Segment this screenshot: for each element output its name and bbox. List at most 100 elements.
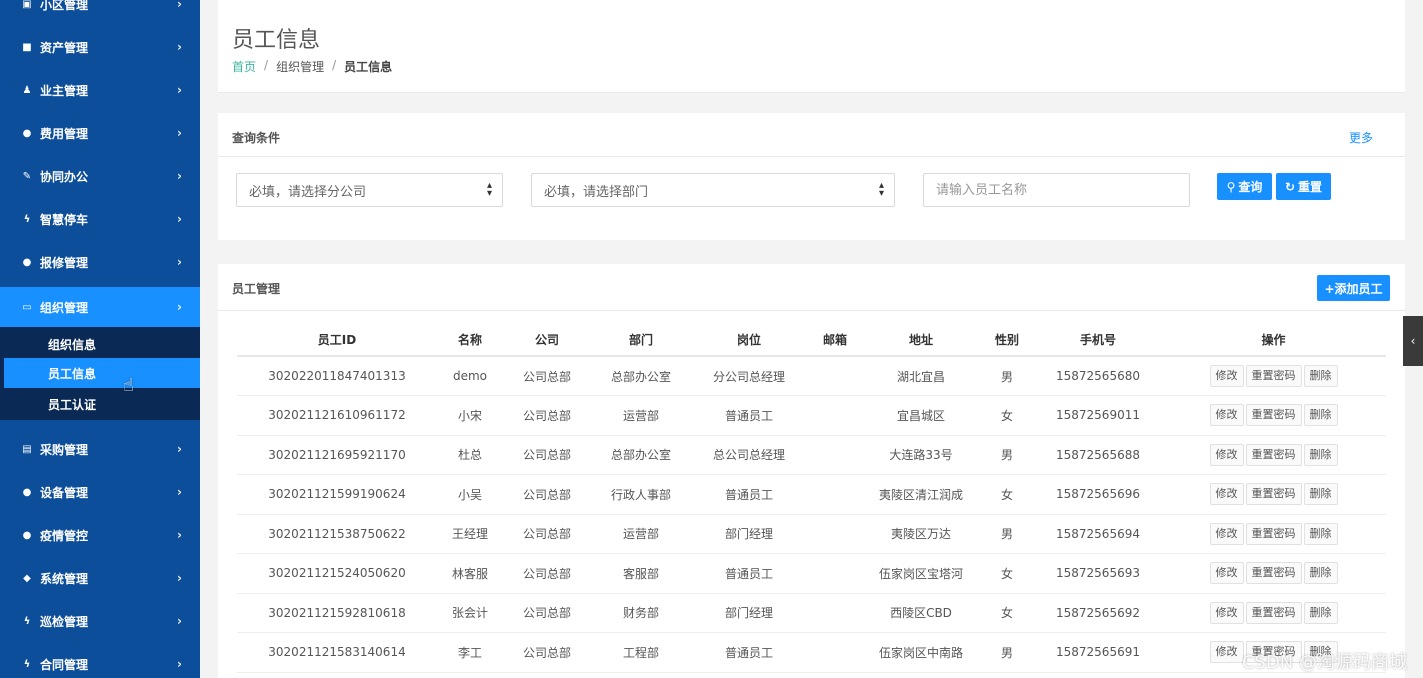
add-staff-button[interactable]: +添加员工 bbox=[1317, 275, 1390, 301]
breadcrumb-separator: / bbox=[332, 58, 337, 72]
cell-phone: 15872565691 bbox=[1035, 632, 1161, 673]
query-panel: 查询条件 更多 必填，请选择分公司 ▴▾ 必填，请选择部门 ▴▾ ⚲ 查询 ↻ … bbox=[218, 113, 1405, 240]
cell-gender: 女 bbox=[979, 395, 1035, 436]
globe-icon: ● bbox=[22, 256, 32, 268]
cell-address: 夷陵区清江润成 bbox=[863, 474, 979, 515]
sidebar-item-system[interactable]: ◆ 系统管理 › bbox=[0, 560, 200, 596]
reset-password-button[interactable]: 重置密码 bbox=[1245, 562, 1302, 585]
submenu-item-org-info[interactable]: 组织信息 bbox=[0, 329, 200, 359]
reset-password-button[interactable]: 重置密码 bbox=[1245, 601, 1302, 624]
table-row: 302022011847401313 demo 公司总部 总部办公室 分公司总经理 湖北宜… bbox=[237, 356, 1386, 396]
delete-button[interactable]: 删除 bbox=[1303, 365, 1338, 387]
cell-email bbox=[807, 356, 863, 396]
sidebar-item-parking[interactable]: ϟ 智慧停车 › bbox=[0, 201, 200, 237]
cell-address: 西陵区CBD bbox=[863, 593, 979, 633]
cell-post: 部门经理 bbox=[691, 514, 807, 554]
cell-actions: 修改 重置密码 删除 bbox=[1161, 435, 1386, 475]
cell-phone: 15872569011 bbox=[1035, 395, 1161, 436]
cell-id: 302021121538750622 bbox=[237, 514, 437, 554]
delete-button[interactable]: 删除 bbox=[1303, 404, 1338, 427]
edit-button[interactable]: 修改 bbox=[1209, 443, 1244, 466]
reset-password-button[interactable]: 重置密码 bbox=[1245, 365, 1302, 387]
column-header: 性别 bbox=[979, 324, 1035, 357]
table-row: 302021121592810618 张会计 公司总部 财务部 部门经理 西陵区CBD 女 1… bbox=[237, 593, 1386, 633]
edit-button[interactable]: 修改 bbox=[1209, 404, 1244, 427]
department-select[interactable]: 必填，请选择部门 ▴ ▾ bbox=[531, 173, 895, 207]
edit-button[interactable]: 修改 bbox=[1209, 522, 1244, 545]
breadcrumb-parent[interactable]: 组织管理 bbox=[276, 58, 324, 75]
user-icon: ♟ bbox=[22, 84, 32, 96]
delete-button[interactable]: 删除 bbox=[1303, 522, 1338, 545]
sidebar-item-label: 设备管理 bbox=[40, 485, 89, 500]
sidebar-item-fees[interactable]: ● 费用管理 › bbox=[0, 115, 200, 151]
sidebar-item-inspection[interactable]: ϟ 巡检管理 › bbox=[0, 603, 200, 639]
delete-button[interactable]: 删除 bbox=[1303, 562, 1338, 585]
bolt-icon: ϟ bbox=[23, 615, 31, 627]
cell-post: 总公司总经理 bbox=[691, 435, 807, 475]
breadcrumb-home-link[interactable]: 首页 bbox=[232, 58, 256, 75]
delete-button[interactable]: 删除 bbox=[1303, 483, 1338, 506]
more-link[interactable]: 更多 bbox=[1349, 129, 1373, 146]
company-select-value: 必填，请选择分公司 bbox=[249, 184, 367, 200]
cell-name: 李工 bbox=[437, 632, 503, 673]
cell-email bbox=[807, 514, 863, 554]
cell-email bbox=[807, 474, 863, 515]
globe-icon: ● bbox=[22, 486, 32, 498]
reset-password-button[interactable]: 重置密码 bbox=[1245, 443, 1302, 466]
cell-actions: 修改 重置密码 删除 bbox=[1161, 474, 1386, 515]
bolt-icon: ϟ bbox=[23, 213, 31, 225]
divider bbox=[218, 156, 1405, 157]
edit-button[interactable]: 修改 bbox=[1209, 601, 1244, 624]
reset-button-label: 重置 bbox=[1298, 180, 1323, 194]
sidebar-item-label: 智慧停车 bbox=[40, 212, 89, 227]
staff-table: 员工ID 名称 公司 部门 岗位 邮箱 地址 性别 手机号 操作 3020220… bbox=[237, 324, 1386, 673]
sidebar-item-purchase[interactable]: ▤ 采购管理 › bbox=[0, 431, 200, 467]
edit-button[interactable]: 修改 bbox=[1209, 641, 1244, 664]
delete-button[interactable]: 删除 bbox=[1303, 601, 1338, 624]
staff-name-input[interactable] bbox=[923, 173, 1190, 207]
watermark: CSDN @淘源码商城 bbox=[1241, 652, 1407, 673]
column-header: 部门 bbox=[591, 324, 691, 357]
reset-password-button[interactable]: 重置密码 bbox=[1245, 522, 1302, 545]
sidebar-item-assets[interactable]: ■ 资产管理 › bbox=[0, 29, 200, 65]
sidebar-item-epidemic[interactable]: ● 疫情管控 › bbox=[0, 517, 200, 553]
sidebar-item-community[interactable]: ▣ 小区管理 › bbox=[0, 0, 200, 22]
page-header: 员工信息 首页 / 组织管理 / 员工信息 bbox=[218, 0, 1405, 93]
sidebar-item-office[interactable]: ✎ 协同办公 › bbox=[0, 158, 200, 194]
app-window: ▣ 小区管理 › ■ 资产管理 › ♟ 业主管理 › ● 费用管理 › ✎ 协同… bbox=[0, 0, 1423, 678]
table-row: 302021121695921170 杜总 公司总部 总部办公室 总公司总经理 大连路33… bbox=[237, 435, 1386, 475]
edit-button[interactable]: 修改 bbox=[1209, 483, 1244, 506]
cell-email bbox=[807, 553, 863, 594]
sidebar-item-repair[interactable]: ● 报修管理 › bbox=[0, 244, 200, 280]
delete-button[interactable]: 删除 bbox=[1303, 443, 1338, 466]
cell-phone: 15872565688 bbox=[1035, 435, 1161, 475]
sidebar-item-owners[interactable]: ♟ 业主管理 › bbox=[0, 72, 200, 108]
sidebar-item-label: 组织管理 bbox=[40, 300, 89, 315]
chevron-right-icon: › bbox=[177, 40, 182, 54]
sidebar-item-label: 巡检管理 bbox=[40, 614, 89, 629]
sidebar-item-equipment[interactable]: ● 设备管理 › bbox=[0, 474, 200, 510]
edit-button[interactable]: 修改 bbox=[1209, 365, 1244, 387]
submenu-item-staff-cert[interactable]: 员工认证 bbox=[0, 389, 200, 419]
sidebar-item-contract[interactable]: ϟ 合同管理 › bbox=[0, 646, 200, 678]
submenu-item-staff-info[interactable]: 员工信息 bbox=[4, 358, 200, 388]
cell-id: 302021121524050620 bbox=[237, 553, 437, 594]
reset-password-button[interactable]: 重置密码 bbox=[1245, 483, 1302, 506]
reset-password-button[interactable]: 重置密码 bbox=[1245, 404, 1302, 427]
collapse-panel-toggle[interactable]: ‹ bbox=[1403, 316, 1423, 366]
company-select[interactable]: 必填，请选择分公司 ▴ ▾ bbox=[236, 173, 503, 207]
sidebar-item-label: 系统管理 bbox=[40, 571, 89, 586]
cell-dept: 客服部 bbox=[591, 553, 691, 594]
sidebar-item-organization[interactable]: ▭ 组织管理 › bbox=[0, 287, 200, 327]
cell-dept: 总部办公室 bbox=[591, 356, 691, 396]
reset-button[interactable]: ↻ 重置 bbox=[1276, 173, 1331, 200]
organization-submenu: 组织信息 员工信息 员工认证 bbox=[0, 327, 200, 420]
chevron-right-icon: › bbox=[177, 0, 182, 11]
search-button[interactable]: ⚲ 查询 bbox=[1217, 173, 1272, 200]
edit-button[interactable]: 修改 bbox=[1209, 562, 1244, 585]
cell-gender: 男 bbox=[979, 514, 1035, 554]
chevron-right-icon: › bbox=[177, 571, 182, 585]
chevron-right-icon: › bbox=[177, 169, 182, 183]
select-arrows-icon: ▴ ▾ bbox=[486, 180, 492, 199]
cell-address: 伍家岗区中南路 bbox=[863, 632, 979, 673]
